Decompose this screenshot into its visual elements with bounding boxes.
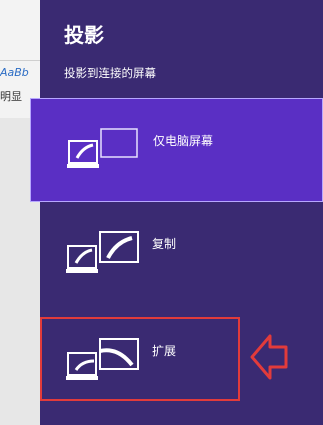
option-label: 复制: [152, 237, 177, 251]
pane-title: 投影: [64, 23, 104, 47]
left-arrow-annotation-icon: [250, 334, 288, 380]
duplicate-icon: [66, 231, 139, 273]
option-label: 仅电脑屏幕: [153, 134, 214, 148]
pane-subtitle: 投影到连接的屏幕: [64, 66, 156, 80]
ribbon-divider: [0, 60, 40, 61]
pc-screen-only-icon: [67, 128, 138, 168]
highlight-annotation-box: [40, 317, 240, 401]
option-duplicate[interactable]: 复制: [30, 206, 323, 304]
option-pc-screen-only[interactable]: 仅电脑屏幕: [30, 98, 323, 202]
style-sample: AaBb: [0, 66, 29, 79]
